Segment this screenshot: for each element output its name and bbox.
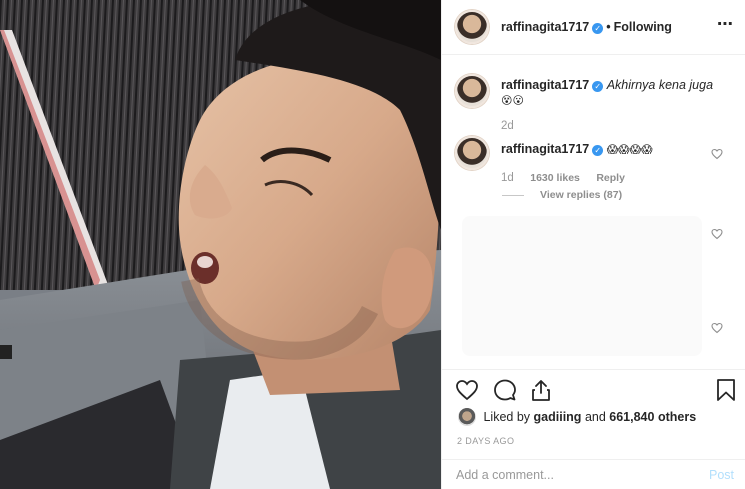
blurred-comments [462, 216, 702, 356]
share-icon[interactable] [529, 378, 553, 402]
comment-reply-button[interactable]: Reply [596, 172, 625, 184]
comment-emojis: 😱😱😱😱 [606, 144, 653, 156]
comments-list: raffinagita1717 ✓ Akhirnya kena juga 😵😮 2… [442, 56, 745, 368]
comment-bubble-icon[interactable] [493, 378, 517, 402]
verified-badge-icon: ✓ [592, 145, 604, 156]
liked-by-avatar[interactable] [458, 408, 476, 426]
add-comment-bar: Post [442, 459, 745, 489]
view-replies-button[interactable]: View replies (87) [502, 189, 622, 201]
author-username[interactable]: raffinagita1717 [501, 20, 589, 34]
post-side-panel: raffinagita1717 ✓ • Following ⋯ raffinagita… [441, 0, 745, 489]
view-replies-label: View replies (87) [540, 189, 623, 201]
post-comment-button[interactable]: Post [709, 468, 734, 482]
comment: raffinagita1717 ✓ 😱😱😱😱 [501, 141, 653, 158]
comment-avatar[interactable] [455, 136, 489, 170]
verified-badge-icon: ✓ [592, 81, 604, 92]
more-options-icon[interactable]: ⋯ [717, 14, 734, 34]
comment-username[interactable]: raffinagita1717 [501, 142, 589, 156]
liked-by: Liked by gadiiing and 661,840 others [458, 408, 696, 426]
liked-by-and: and [584, 410, 606, 424]
view-replies-line [502, 194, 524, 196]
caption-emojis: 😵😮 [501, 95, 524, 107]
post-timestamp[interactable]: 2 DAYS AGO [457, 436, 514, 446]
comment-like-heart-icon[interactable] [711, 322, 723, 334]
header-user-line: raffinagita1717 ✓ • Following [501, 20, 672, 34]
comment-age[interactable]: 1d [501, 172, 514, 184]
comment-like-heart-icon[interactable] [711, 148, 723, 160]
comment-like-heart-icon[interactable] [711, 228, 723, 240]
heart-outline-icon[interactable] [455, 378, 479, 402]
liked-by-count[interactable]: 661,840 others [609, 410, 696, 424]
author-avatar[interactable] [455, 10, 489, 44]
following-button[interactable]: Following [614, 20, 672, 34]
liked-by-user[interactable]: gadiiing [534, 410, 582, 424]
caption-text: Akhirnya kena juga [606, 78, 714, 92]
comment-likes[interactable]: 1630 likes [530, 172, 580, 184]
caption: raffinagita1717 ✓ Akhirnya kena juga 😵😮 [501, 77, 731, 109]
post-photo-image [0, 0, 441, 489]
caption-username[interactable]: raffinagita1717 [501, 78, 589, 92]
liked-by-prefix: Liked by [483, 410, 531, 424]
post-header: raffinagita1717 ✓ • Following ⋯ [442, 0, 745, 55]
post-photo[interactable] [0, 0, 441, 489]
header-separator: • [606, 20, 611, 34]
verified-badge-icon: ✓ [592, 23, 604, 34]
add-comment-input[interactable] [456, 466, 686, 484]
caption-avatar[interactable] [455, 74, 489, 108]
post-actions: Liked by gadiiing and 661,840 others 2 D… [442, 369, 745, 459]
bookmark-icon[interactable] [714, 378, 738, 402]
comment-meta: 1d 1630 likes Reply [501, 168, 625, 186]
caption-age[interactable]: 2d [501, 120, 514, 132]
